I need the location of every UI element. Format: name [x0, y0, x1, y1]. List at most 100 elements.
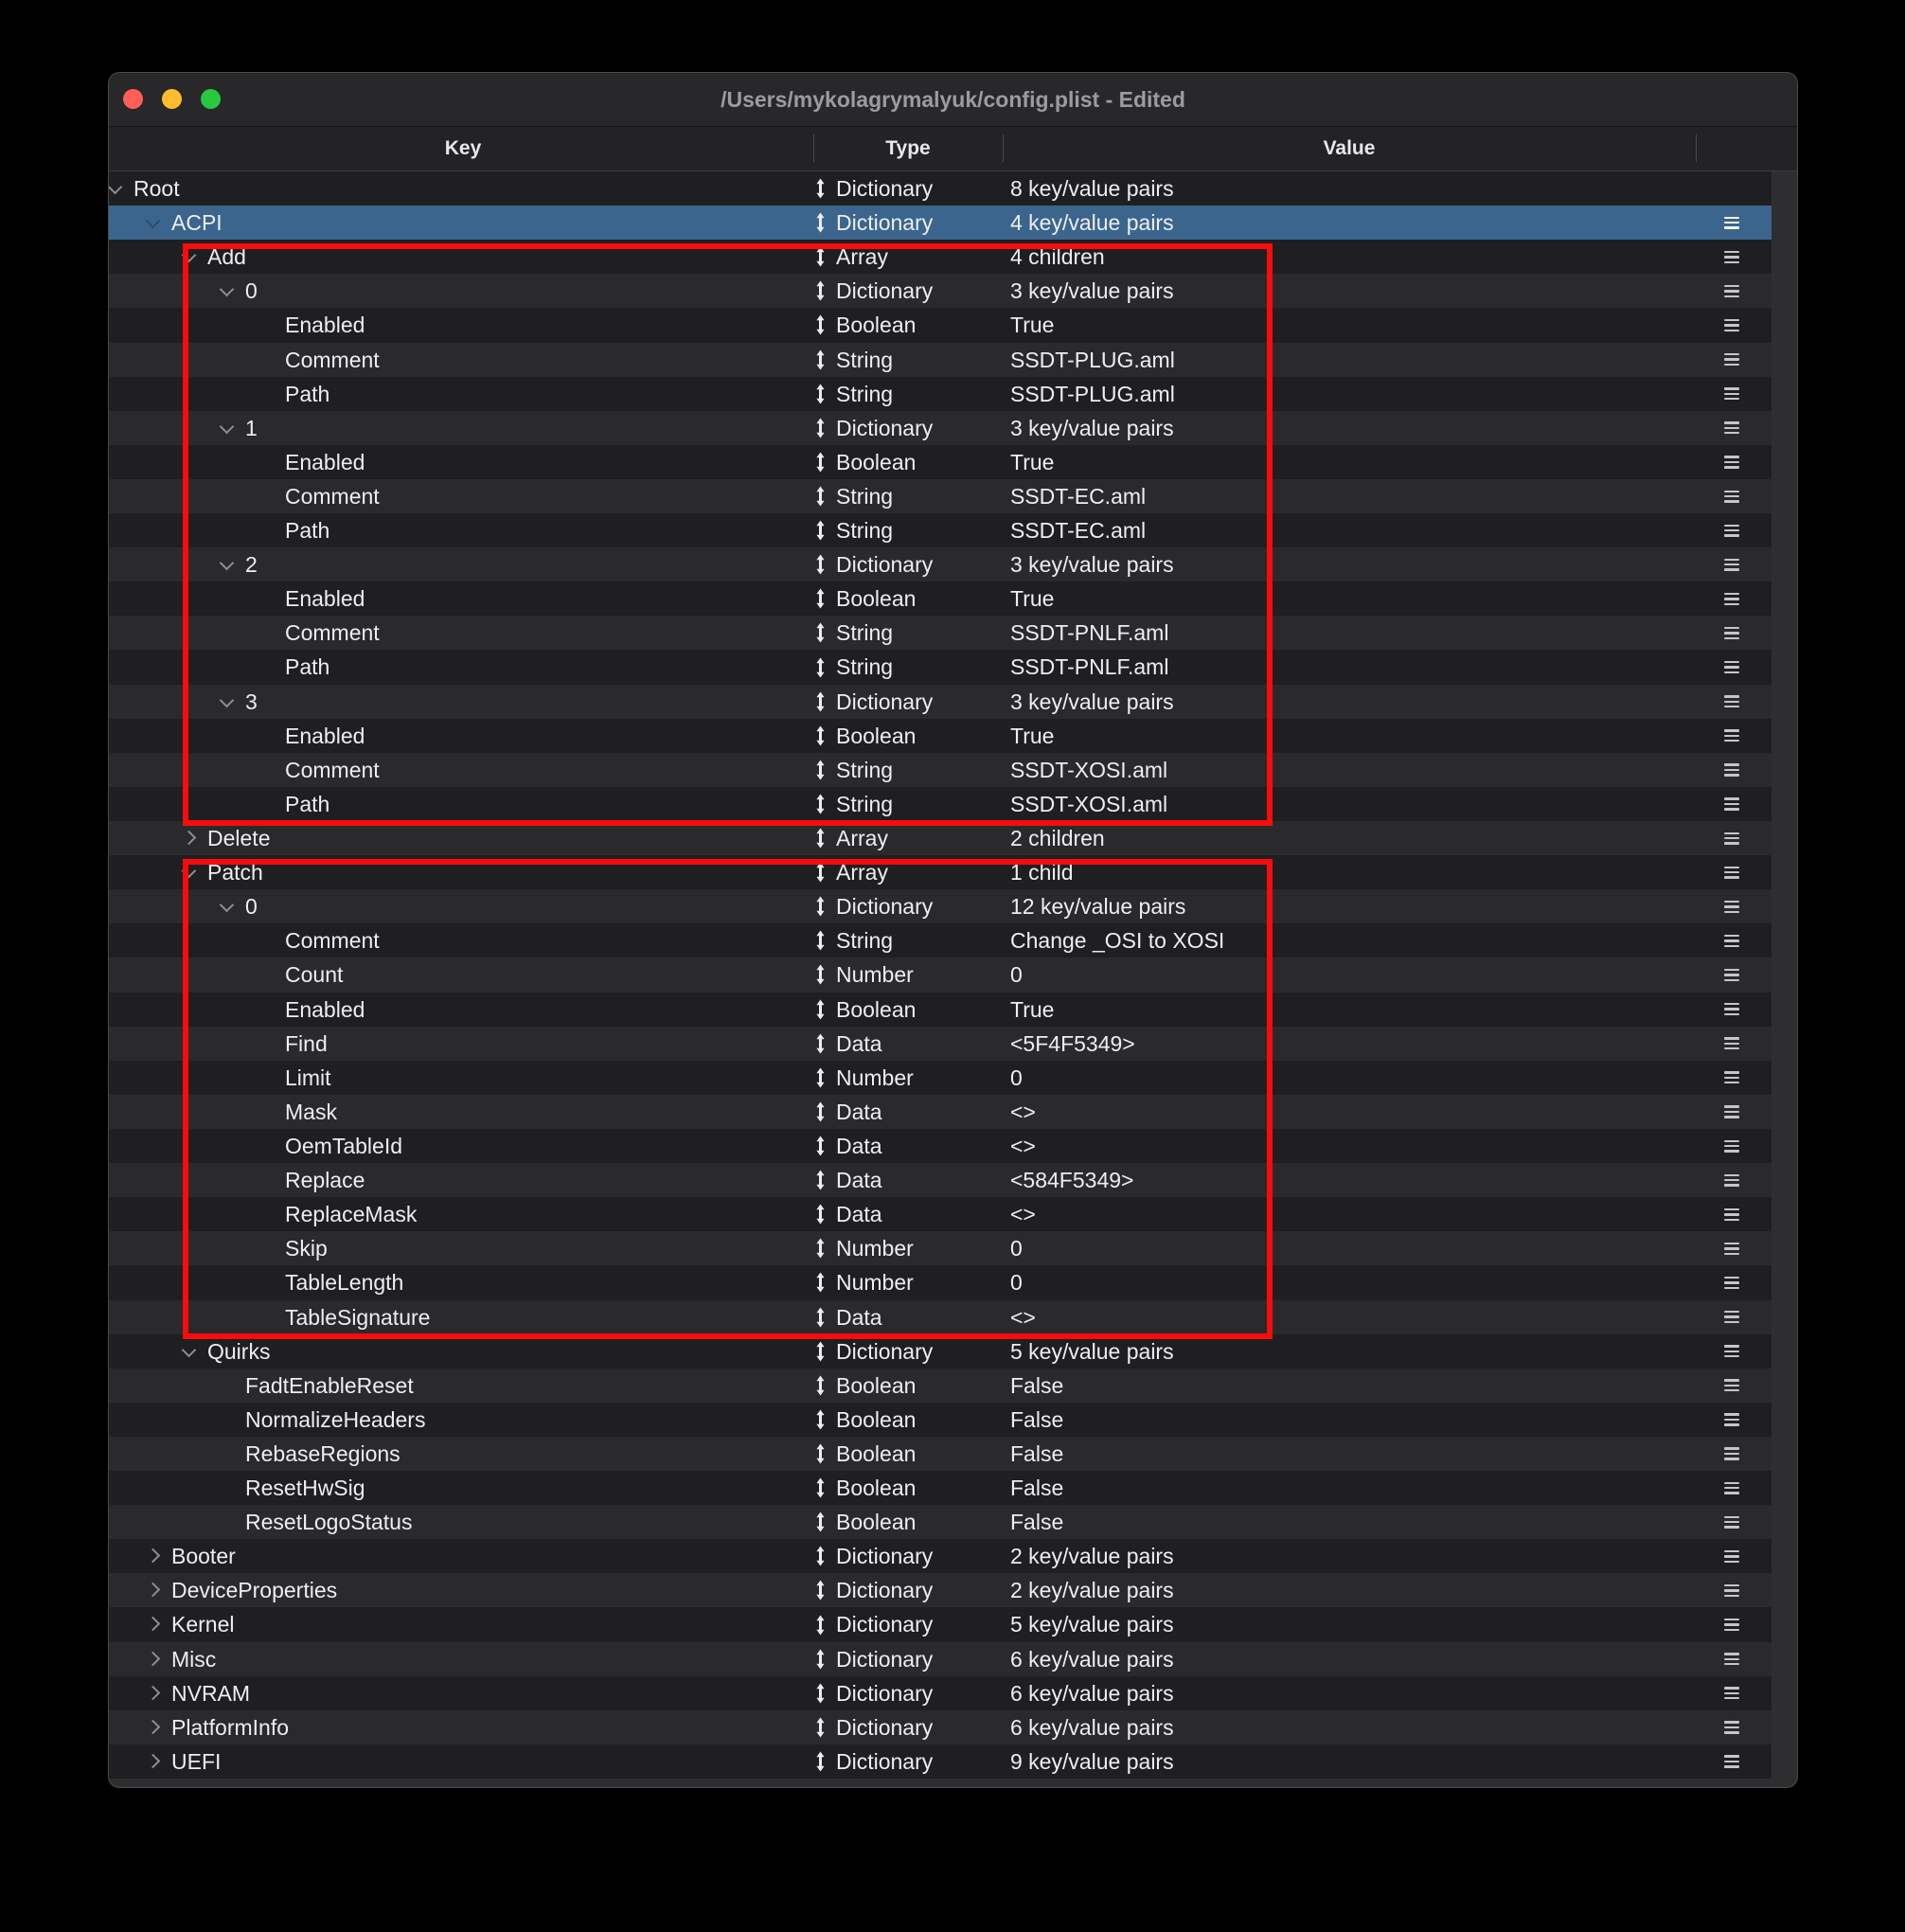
type-stepper-icon[interactable] — [815, 1546, 826, 1566]
row-menu-icon[interactable] — [1724, 661, 1739, 673]
chevron-down-icon[interactable] — [182, 864, 197, 879]
table-row[interactable]: KernelDictionary5 key/value pairs — [109, 1607, 1771, 1641]
row-value[interactable]: 8 key/value pairs — [1010, 171, 1174, 206]
row-type-value[interactable]: Dictionary — [836, 1642, 933, 1676]
row-type-value[interactable]: Boolean — [836, 993, 916, 1027]
row-type-value[interactable]: Data — [836, 1197, 882, 1231]
type-stepper-icon[interactable] — [815, 246, 826, 267]
row-value[interactable]: 3 key/value pairs — [1010, 547, 1174, 581]
row-menu-icon[interactable] — [1724, 1003, 1739, 1015]
type-stepper-icon[interactable] — [815, 349, 826, 370]
type-stepper-icon[interactable] — [815, 828, 826, 849]
type-stepper-icon[interactable] — [815, 725, 826, 746]
type-stepper-icon[interactable] — [815, 1580, 826, 1601]
row-value[interactable]: SSDT-XOSI.aml — [1010, 787, 1167, 821]
type-stepper-icon[interactable] — [815, 1136, 826, 1156]
row-type-value[interactable]: Dictionary — [836, 1607, 933, 1641]
table-row[interactable]: QuirksDictionary5 key/value pairs — [109, 1334, 1771, 1368]
row-menu-icon[interactable] — [1724, 1550, 1739, 1563]
row-type-value[interactable]: Boolean — [836, 1403, 916, 1437]
row-value[interactable]: SSDT-PNLF.aml — [1010, 616, 1168, 650]
row-type-value[interactable]: Dictionary — [836, 547, 933, 581]
table-row[interactable]: SkipNumber0 — [109, 1231, 1771, 1265]
type-stepper-icon[interactable] — [815, 1443, 826, 1464]
row-menu-icon[interactable] — [1724, 1653, 1739, 1665]
row-menu-icon[interactable] — [1724, 456, 1739, 468]
row-menu-icon[interactable] — [1724, 559, 1739, 571]
row-value[interactable]: 0 — [1010, 1265, 1023, 1299]
table-row[interactable]: EnabledBooleanTrue — [109, 993, 1771, 1027]
row-menu-icon[interactable] — [1724, 1755, 1739, 1767]
column-header-type[interactable]: Type — [885, 127, 930, 170]
table-row[interactable]: DeleteArray2 children — [109, 821, 1771, 855]
row-type-value[interactable]: String — [836, 616, 893, 650]
table-row[interactable]: 3Dictionary3 key/value pairs — [109, 685, 1771, 719]
type-stepper-icon[interactable] — [815, 964, 826, 985]
row-value[interactable]: 2 key/value pairs — [1010, 1539, 1174, 1573]
type-stepper-icon[interactable] — [815, 384, 826, 404]
table-row[interactable]: 2Dictionary3 key/value pairs — [109, 547, 1771, 581]
row-value[interactable]: SSDT-EC.aml — [1010, 513, 1146, 547]
row-type-value[interactable]: Number — [836, 1231, 914, 1265]
row-value[interactable]: True — [1010, 581, 1054, 616]
table-row[interactable]: NVRAMDictionary6 key/value pairs — [109, 1676, 1771, 1710]
chevron-right-icon[interactable] — [146, 1548, 161, 1564]
row-value[interactable]: 5 key/value pairs — [1010, 1607, 1174, 1641]
table-row[interactable]: 0Dictionary12 key/value pairs — [109, 889, 1771, 923]
table-row[interactable]: PathStringSSDT-PNLF.aml — [109, 650, 1771, 684]
table-row[interactable]: TableSignatureData<> — [109, 1300, 1771, 1334]
row-menu-icon[interactable] — [1724, 421, 1739, 434]
row-menu-icon[interactable] — [1724, 593, 1739, 605]
type-stepper-icon[interactable] — [815, 657, 826, 678]
table-row[interactable]: PatchArray1 child — [109, 855, 1771, 889]
chevron-right-icon[interactable] — [146, 1583, 161, 1598]
row-type-value[interactable]: String — [836, 753, 893, 787]
row-value[interactable]: 6 key/value pairs — [1010, 1676, 1174, 1710]
type-stepper-icon[interactable] — [815, 794, 826, 814]
row-menu-icon[interactable] — [1724, 695, 1739, 707]
row-value[interactable]: SSDT-PLUG.aml — [1010, 377, 1175, 411]
chevron-down-icon[interactable] — [182, 1342, 197, 1357]
row-menu-icon[interactable] — [1724, 797, 1739, 810]
table-row[interactable]: ReplaceData<584F5349> — [109, 1163, 1771, 1197]
zoom-button[interactable] — [201, 89, 221, 109]
chevron-right-icon[interactable] — [146, 1617, 161, 1632]
type-stepper-icon[interactable] — [815, 314, 826, 335]
row-menu-icon[interactable] — [1724, 387, 1739, 400]
table-row[interactable]: PathStringSSDT-XOSI.aml — [109, 787, 1771, 821]
table-row[interactable]: CommentStringSSDT-PLUG.aml — [109, 343, 1771, 377]
row-type-value[interactable]: String — [836, 513, 893, 547]
type-stepper-icon[interactable] — [815, 212, 826, 233]
table-row[interactable]: ResetLogoStatusBooleanFalse — [109, 1505, 1771, 1539]
row-menu-icon[interactable] — [1724, 491, 1739, 503]
table-row[interactable]: FindData<5F4F5349> — [109, 1027, 1771, 1061]
type-stepper-icon[interactable] — [815, 896, 826, 917]
row-type-value[interactable]: String — [836, 650, 893, 684]
row-value[interactable]: 0 — [1010, 957, 1023, 992]
row-menu-icon[interactable] — [1724, 1687, 1739, 1699]
table-row[interactable]: CommentStringSSDT-EC.aml — [109, 479, 1771, 513]
row-value[interactable]: <5F4F5349> — [1010, 1027, 1135, 1061]
table-row[interactable]: MaskData<> — [109, 1095, 1771, 1129]
row-type-value[interactable]: String — [836, 923, 893, 957]
table-row[interactable]: NormalizeHeadersBooleanFalse — [109, 1403, 1771, 1437]
chevron-down-icon[interactable] — [220, 419, 235, 434]
table-row[interactable]: EnabledBooleanTrue — [109, 719, 1771, 753]
row-menu-icon[interactable] — [1724, 1447, 1739, 1459]
type-stepper-icon[interactable] — [815, 1307, 826, 1328]
row-value[interactable]: <> — [1010, 1095, 1036, 1129]
row-type-value[interactable]: Boolean — [836, 719, 916, 753]
type-stepper-icon[interactable] — [815, 691, 826, 712]
row-menu-icon[interactable] — [1724, 729, 1739, 742]
type-stepper-icon[interactable] — [815, 1067, 826, 1088]
table-row[interactable]: UEFIDictionary9 key/value pairs — [109, 1744, 1771, 1779]
type-stepper-icon[interactable] — [815, 1751, 826, 1772]
type-stepper-icon[interactable] — [815, 1033, 826, 1054]
row-type-value[interactable]: Array — [836, 240, 888, 274]
table-row[interactable]: EnabledBooleanTrue — [109, 581, 1771, 616]
row-value[interactable]: 9 key/value pairs — [1010, 1744, 1174, 1779]
type-stepper-icon[interactable] — [815, 930, 826, 951]
type-stepper-icon[interactable] — [815, 1272, 826, 1293]
row-menu-icon[interactable] — [1724, 1037, 1739, 1049]
row-type-value[interactable]: Dictionary — [836, 889, 933, 923]
